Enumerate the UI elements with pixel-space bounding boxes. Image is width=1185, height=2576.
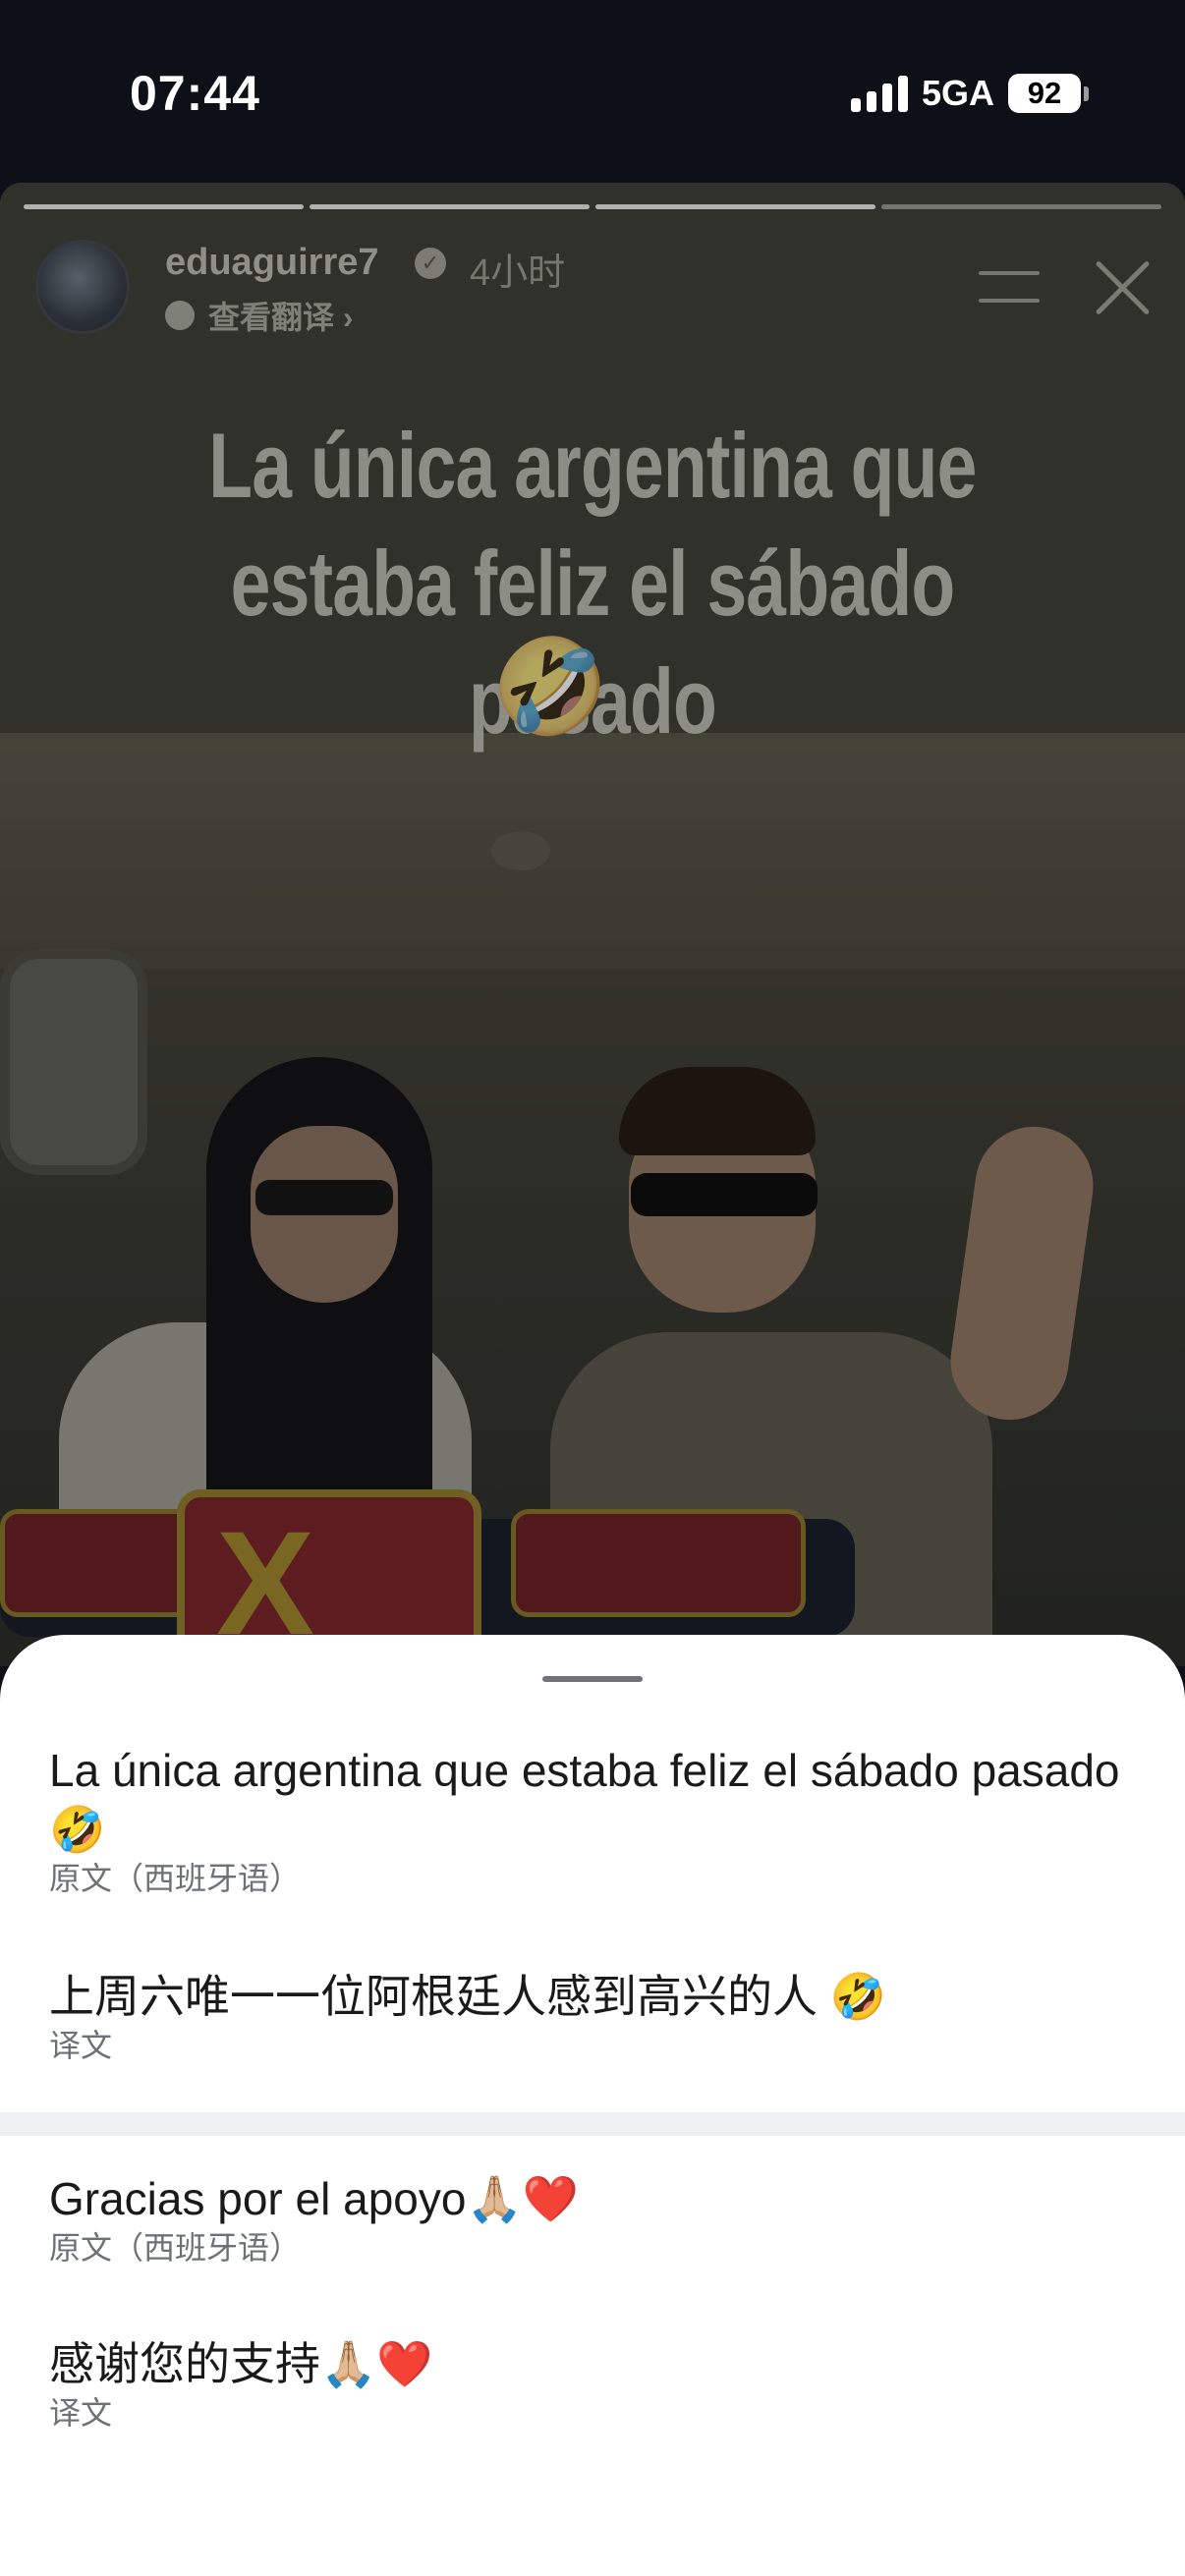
close-icon[interactable] [1091, 255, 1156, 320]
translation-label: 译文 [49, 2395, 113, 2431]
original-text: Gracias por el apoyo🙏🏼❤️ [49, 2173, 579, 2224]
caption-line-1: La única argentina que [208, 414, 977, 517]
original-language-label: 原文（西班牙语） [49, 1861, 302, 1896]
story-viewer[interactable]: X eduaguirre7 ✓ 4小时 查看翻译 › La única arge… [0, 183, 1185, 1666]
translated-text: 感谢您的支持🙏🏼❤️ [49, 2338, 433, 2389]
verified-badge-icon: ✓ [415, 248, 446, 279]
battery-level: 92 [1008, 74, 1081, 113]
section-divider [0, 2112, 1185, 2136]
battery-icon: 92 [1008, 74, 1089, 113]
status-indicators: 5GA 92 [850, 73, 1089, 114]
caption-emoji: 🤣 [491, 635, 609, 740]
menu-icon[interactable] [979, 271, 1040, 307]
original-text: La única argentina que estaba feliz el s… [49, 1745, 1120, 1855]
original-language-label: 原文（西班牙语） [49, 2230, 302, 2266]
translated-text-entry-1: 上周六唯一一位阿根廷人感到高兴的人 🤣 译文 [49, 1967, 1130, 2065]
translated-text: 上周六唯一一位阿根廷人感到高兴的人 🤣 [49, 1971, 887, 2022]
story-header: eduaguirre7 ✓ 4小时 查看翻译 › [35, 234, 1156, 342]
translation-label: 译文 [49, 2028, 113, 2063]
sheet-drag-handle[interactable] [542, 1676, 643, 1682]
progress-segment-1 [24, 204, 304, 209]
dim-overlay [0, 183, 1185, 1666]
signal-icon [850, 75, 908, 112]
original-text-entry-2: Gracias por el apoyo🙏🏼❤️ 原文（西班牙语） [49, 2169, 1130, 2268]
original-text-entry-1: La única argentina que estaba feliz el s… [49, 1741, 1130, 1898]
translated-text-entry-2: 感谢您的支持🙏🏼❤️ 译文 [49, 2334, 1130, 2433]
status-time: 07:44 [130, 66, 260, 121]
story-progress [24, 204, 1161, 209]
username[interactable]: eduaguirre7 [165, 242, 379, 284]
network-type: 5GA [921, 73, 994, 113]
see-translation-label: 查看翻译 › [208, 300, 354, 335]
avatar[interactable] [35, 240, 130, 334]
progress-segment-2 [310, 204, 590, 209]
progress-segment-3 [595, 204, 875, 209]
speech-bubble-icon [165, 301, 195, 330]
see-translation-link[interactable]: 查看翻译 › [165, 293, 354, 338]
translation-sheet: La única argentina que estaba feliz el s… [0, 1635, 1185, 2576]
status-bar: 07:44 5GA 92 [0, 0, 1185, 187]
post-time: 4小时 [470, 252, 566, 294]
progress-segment-4 [881, 204, 1161, 209]
